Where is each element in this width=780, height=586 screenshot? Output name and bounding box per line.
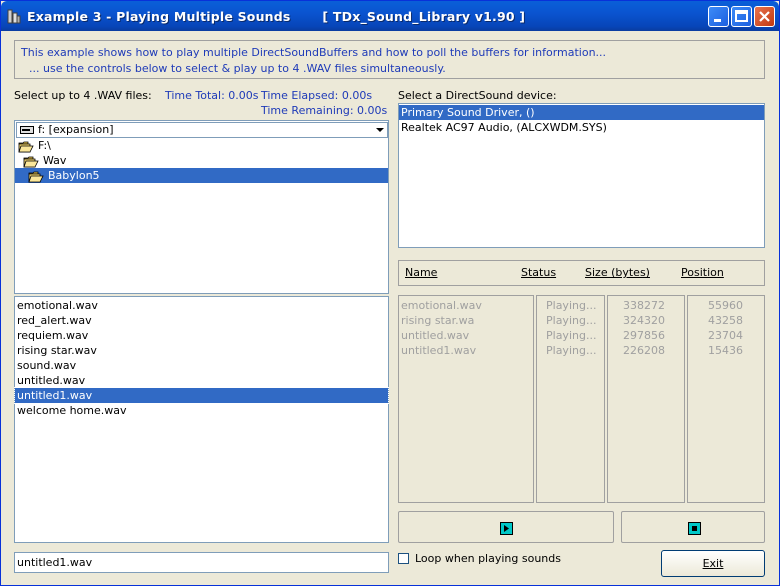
file-list-item[interactable]: sound.wav xyxy=(15,358,388,373)
drive-icon xyxy=(20,126,34,134)
file-list-item[interactable]: requiem.wav xyxy=(15,328,388,343)
folder-item-label: Wav xyxy=(43,154,67,167)
minimize-icon xyxy=(714,19,721,22)
time-elapsed: Time Elapsed: 0.00s xyxy=(261,89,373,102)
header-status[interactable]: Status xyxy=(521,266,556,279)
file-list-item-label: requiem.wav xyxy=(17,329,89,342)
header-size[interactable]: Size (bytes) xyxy=(585,266,650,279)
file-list-item-label: rising star.wav xyxy=(17,344,97,357)
file-list-item[interactable]: welcome home.wav xyxy=(15,403,388,418)
status-table-header: Name Status Size (bytes) Position xyxy=(398,260,765,286)
folder-icon xyxy=(28,171,44,182)
filename-field[interactable]: untitled1.wav xyxy=(14,552,389,573)
play-icon xyxy=(500,522,513,535)
window-title: Example 3 - Playing Multiple Sounds [ TD… xyxy=(27,9,526,24)
status-cell-size: 297856 xyxy=(623,329,665,342)
folder-icon xyxy=(23,156,39,167)
time-total: Time Total: 0.00s xyxy=(165,89,259,102)
play-button[interactable] xyxy=(398,511,614,543)
status-cell-status: Playing... xyxy=(546,344,597,357)
device-list-item[interactable]: Primary Sound Driver, () xyxy=(399,105,764,120)
folder-item[interactable]: F:\ xyxy=(15,138,388,153)
file-list-item-label: red_alert.wav xyxy=(17,314,92,327)
drive-combo[interactable]: f: [expansion] xyxy=(16,122,388,138)
file-list-item[interactable]: untitled1.wav xyxy=(14,387,389,404)
info-line-1: This example shows how to play multiple … xyxy=(21,46,607,59)
file-list[interactable]: emotional.wav red_alert.wav requiem.wav ris… xyxy=(14,296,389,543)
chevron-down-icon xyxy=(376,128,384,132)
drive-value: f: [expansion] xyxy=(38,123,114,136)
file-list-item[interactable]: untitled.wav xyxy=(15,373,388,388)
device-list[interactable]: Primary Sound Driver, () Realtek AC97 Aud… xyxy=(398,103,765,248)
status-cell-name: rising star.wa xyxy=(401,314,475,327)
drive-dropdown-button[interactable] xyxy=(373,123,387,137)
header-position[interactable]: Position xyxy=(681,266,724,279)
title-bar[interactable]: Example 3 - Playing Multiple Sounds [ TD… xyxy=(1,1,779,31)
device-list-item-label: Realtek AC97 Audio, (ALCXWDM.SYS) xyxy=(401,121,607,134)
device-list-item-label: Primary Sound Driver, () xyxy=(401,106,535,119)
devices-label: Select a DirectSound device: xyxy=(398,89,557,102)
loop-checkbox[interactable] xyxy=(398,553,409,564)
stop-icon xyxy=(688,522,701,535)
info-panel: This example shows how to play multiple … xyxy=(14,40,765,79)
status-cell-name: untitled.wav xyxy=(401,329,470,342)
exit-label: Exit xyxy=(702,557,724,570)
status-cell-status: Playing... xyxy=(546,329,597,342)
device-list-item[interactable]: Realtek AC97 Audio, (ALCXWDM.SYS) xyxy=(399,120,764,135)
maximize-icon xyxy=(735,10,748,22)
filename-value: untitled1.wav xyxy=(17,556,93,569)
file-list-item-label: sound.wav xyxy=(17,359,77,372)
folder-item[interactable]: Babylon5 xyxy=(15,168,388,183)
file-list-item[interactable]: emotional.wav xyxy=(15,298,388,313)
minimize-button[interactable] xyxy=(708,6,729,27)
folder-panel: f: [expansion] F:\ Wav Babylon5 xyxy=(14,120,389,294)
status-cell-position: 15436 xyxy=(708,344,743,357)
status-cell-name: untitled1.wav xyxy=(401,344,477,357)
time-remaining: Time Remaining: 0.00s xyxy=(261,104,388,117)
exit-button[interactable]: Exit xyxy=(661,550,765,577)
app-icon xyxy=(7,9,21,24)
maximize-button[interactable] xyxy=(731,6,752,27)
close-icon xyxy=(759,11,770,22)
folder-item[interactable]: Wav xyxy=(15,153,388,168)
stop-button[interactable] xyxy=(621,511,765,543)
status-cell-size: 324320 xyxy=(623,314,665,327)
folder-icon xyxy=(18,141,34,152)
file-list-item-label: emotional.wav xyxy=(17,299,98,312)
status-cell-position: 23704 xyxy=(708,329,743,342)
folder-item-label: Babylon5 xyxy=(48,169,100,182)
status-cell-name: emotional.wav xyxy=(401,299,482,312)
info-line-2: ... use the controls below to select & p… xyxy=(29,62,446,75)
app-window: Example 3 - Playing Multiple Sounds [ TD… xyxy=(0,0,780,586)
file-list-item-label: untitled1.wav xyxy=(17,389,93,402)
status-cell-position: 43258 xyxy=(708,314,743,327)
loop-label: Loop when playing sounds xyxy=(415,552,561,565)
file-list-item[interactable]: red_alert.wav xyxy=(15,313,388,328)
status-cell-size: 226208 xyxy=(623,344,665,357)
status-cell-status: Playing... xyxy=(546,299,597,312)
file-list-item-label: untitled.wav xyxy=(17,374,86,387)
header-name[interactable]: Name xyxy=(405,266,437,279)
folder-item-label: F:\ xyxy=(38,139,51,152)
status-cell-size: 338272 xyxy=(623,299,665,312)
file-list-item[interactable]: rising star.wav xyxy=(15,343,388,358)
files-label: Select up to 4 .WAV files: xyxy=(14,89,152,102)
status-cell-status: Playing... xyxy=(546,314,597,327)
file-list-item-label: welcome home.wav xyxy=(17,404,127,417)
close-button[interactable] xyxy=(754,6,775,27)
status-cell-position: 55960 xyxy=(708,299,743,312)
